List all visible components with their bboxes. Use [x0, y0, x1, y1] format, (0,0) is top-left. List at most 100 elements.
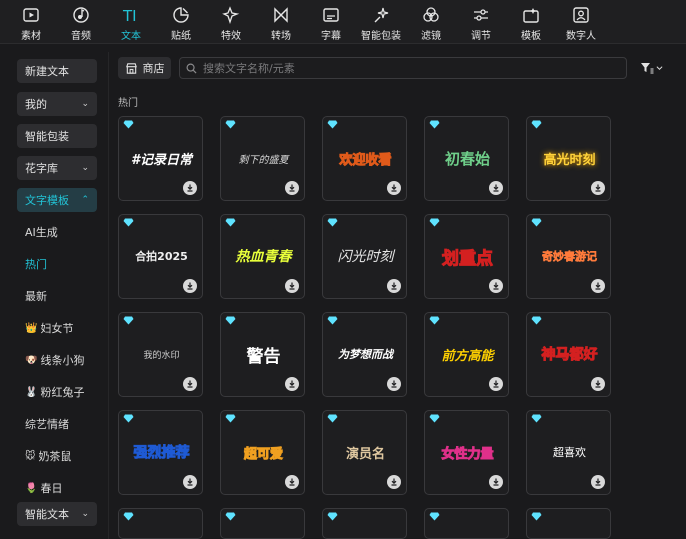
flower-font-label: 花字库: [25, 162, 58, 175]
template-card[interactable]: [220, 508, 305, 539]
store-button[interactable]: 商店: [118, 57, 171, 79]
sidebar-item-label: 奶茶鼠: [38, 450, 72, 463]
new-text-button[interactable]: 新建文本: [17, 59, 97, 83]
adjust-sliders-icon: [471, 6, 491, 24]
text-template-dropdown[interactable]: 文字模板 ⌃: [17, 188, 97, 212]
tool-filter[interactable]: 滤镜: [406, 0, 456, 44]
template-card[interactable]: [526, 508, 611, 539]
sidebar-item-latest[interactable]: 最新: [25, 286, 47, 306]
diamond-icon: [429, 316, 440, 325]
download-icon[interactable]: [183, 279, 197, 293]
download-icon[interactable]: [285, 377, 299, 391]
smart-text-dropdown[interactable]: 智能文本 ⌄: [17, 502, 97, 526]
template-card[interactable]: 神马都好: [526, 312, 611, 397]
template-card[interactable]: #记录日常: [118, 116, 203, 201]
sidebar-item-label: 综艺情绪: [25, 418, 69, 431]
template-card[interactable]: 热血青春: [220, 214, 305, 299]
template-card[interactable]: 警告: [220, 312, 305, 397]
smart-pack-button[interactable]: 智能包装: [17, 124, 97, 148]
diamond-icon: [225, 218, 236, 227]
sidebar-item-hot[interactable]: 热门: [25, 254, 47, 274]
diamond-icon: [123, 414, 134, 423]
sidebar-item-spring[interactable]: 🌷 春日: [25, 478, 62, 498]
search-input[interactable]: [203, 61, 603, 75]
tool-subtitle[interactable]: 字幕: [306, 0, 356, 44]
sidebar-item-milk-tea-mouse[interactable]: 🐭 奶茶鼠: [25, 446, 71, 466]
diamond-icon: [225, 512, 236, 521]
filter-funnel-icon: [641, 63, 654, 74]
tool-smart-pack[interactable]: 智能包装: [356, 0, 406, 44]
sidebar-item-label: 线条小狗: [40, 354, 85, 367]
download-icon[interactable]: [183, 181, 197, 195]
tool-media[interactable]: 素材: [6, 0, 56, 44]
download-icon[interactable]: [591, 475, 605, 489]
template-card[interactable]: 划重点: [424, 214, 509, 299]
template-card[interactable]: 剩下的盛夏: [220, 116, 305, 201]
template-card[interactable]: 强烈推荐: [118, 410, 203, 495]
template-card[interactable]: 女性力量: [424, 410, 509, 495]
tool-text[interactable]: TI 文本: [106, 0, 156, 44]
download-icon[interactable]: [591, 181, 605, 195]
tool-audio[interactable]: 音频: [56, 0, 106, 44]
download-icon[interactable]: [285, 181, 299, 195]
template-card[interactable]: 合拍2025: [118, 214, 203, 299]
template-card[interactable]: 闪光时刻: [322, 214, 407, 299]
sidebar-item-pink-rabbit[interactable]: 🐰 粉红兔子: [25, 382, 84, 402]
download-icon[interactable]: [183, 475, 197, 489]
download-icon[interactable]: [285, 279, 299, 293]
download-icon[interactable]: [591, 279, 605, 293]
diamond-icon: [123, 218, 134, 227]
template-card[interactable]: [322, 508, 407, 539]
diamond-icon: [429, 120, 440, 129]
download-icon[interactable]: [489, 279, 503, 293]
tool-label: 调节: [471, 31, 491, 42]
filter-button[interactable]: [640, 59, 668, 77]
sidebar-item-line-puppy[interactable]: 🐶 线条小狗: [25, 350, 84, 370]
diamond-icon: [531, 512, 542, 521]
template-card[interactable]: [118, 508, 203, 539]
template-card[interactable]: 超可爱: [220, 410, 305, 495]
sidebar-item-variety-emotion[interactable]: 综艺情绪: [25, 414, 69, 434]
tool-sticker[interactable]: 贴纸: [156, 0, 206, 44]
new-text-label: 新建文本: [25, 65, 69, 78]
template-preview-text: 划重点: [442, 248, 494, 269]
template-card[interactable]: 为梦想而战: [322, 312, 407, 397]
download-icon[interactable]: [489, 475, 503, 489]
download-icon[interactable]: [489, 181, 503, 195]
template-card[interactable]: 高光时刻: [526, 116, 611, 201]
template-icon: [521, 6, 541, 24]
template-card[interactable]: 奇妙春游记: [526, 214, 611, 299]
template-card[interactable]: 演员名: [322, 410, 407, 495]
text-template-label: 文字模板: [25, 194, 69, 207]
download-icon[interactable]: [387, 475, 401, 489]
smart-pack-label: 智能包装: [25, 130, 69, 143]
search-box[interactable]: [179, 57, 627, 79]
download-icon[interactable]: [387, 181, 401, 195]
download-icon[interactable]: [387, 377, 401, 391]
mine-dropdown[interactable]: 我的 ⌄: [17, 92, 97, 116]
download-icon[interactable]: [591, 377, 605, 391]
diamond-icon: [225, 414, 236, 423]
tool-transition[interactable]: 转场: [256, 0, 306, 44]
template-preview-text: 闪光时刻: [337, 249, 394, 265]
search-icon: [186, 63, 197, 74]
tool-adjust[interactable]: 调节: [456, 0, 506, 44]
download-icon[interactable]: [183, 377, 197, 391]
download-icon[interactable]: [489, 377, 503, 391]
template-card[interactable]: 欢迎收看: [322, 116, 407, 201]
download-icon[interactable]: [285, 475, 299, 489]
sidebar-item-womens-day[interactable]: 👑 妇女节: [25, 318, 73, 338]
download-icon[interactable]: [387, 279, 401, 293]
digital-human-icon: [571, 6, 591, 24]
template-card[interactable]: 超喜欢: [526, 410, 611, 495]
template-card[interactable]: 初春始: [424, 116, 509, 201]
template-card[interactable]: 前方高能: [424, 312, 509, 397]
tool-effects[interactable]: 特效: [206, 0, 256, 44]
bowtie-transition-icon: [271, 6, 291, 24]
flower-font-dropdown[interactable]: 花字库 ⌄: [17, 156, 97, 180]
sidebar-item-ai-generate[interactable]: AI生成: [25, 222, 58, 242]
tool-digital-human[interactable]: 数字人: [556, 0, 606, 44]
template-card[interactable]: 我的水印: [118, 312, 203, 397]
template-card[interactable]: [424, 508, 509, 539]
tool-template[interactable]: 模板: [506, 0, 556, 44]
